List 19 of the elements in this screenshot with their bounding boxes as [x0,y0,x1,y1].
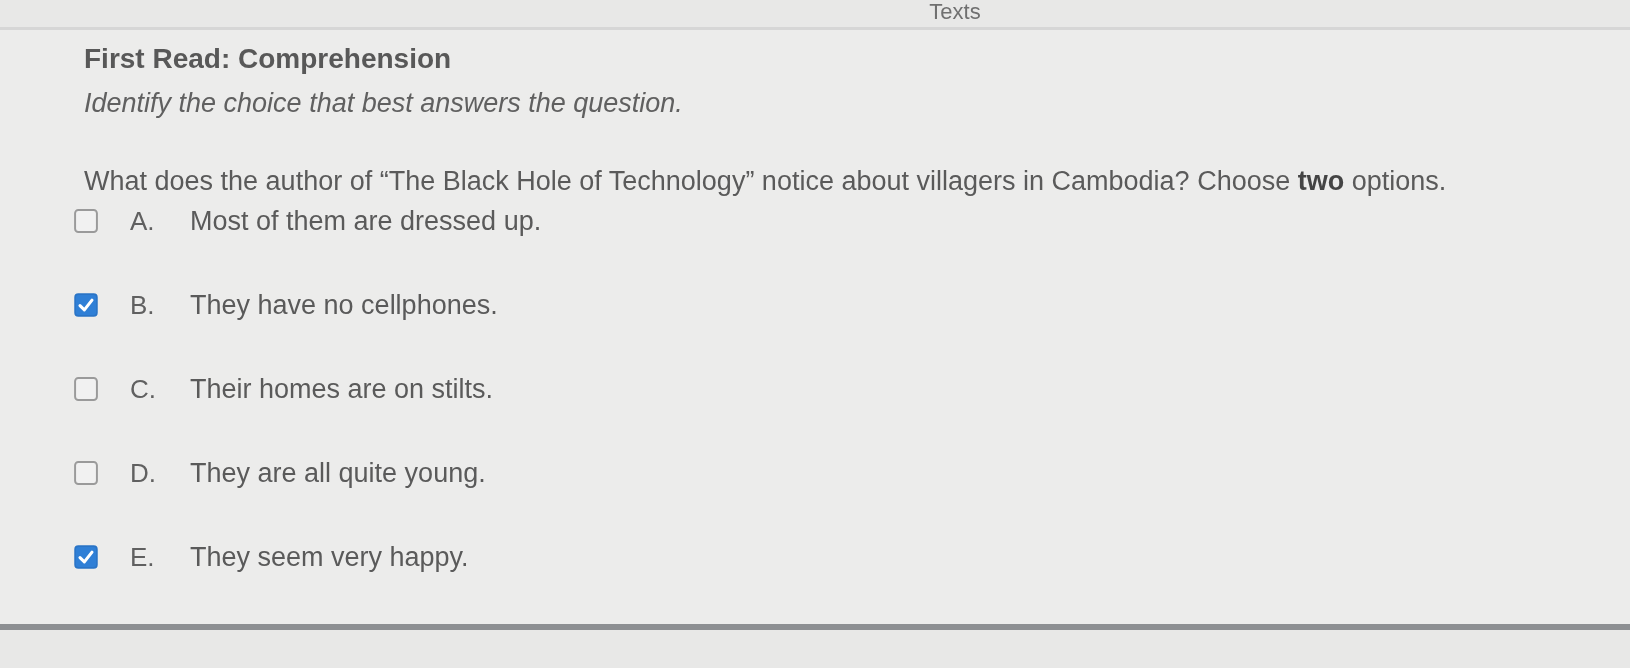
option-text: They are all quite young. [190,457,486,489]
option-text: They have no cellphones. [190,289,498,321]
option-letter: B. [130,289,156,321]
checkbox[interactable] [74,377,98,401]
option-letter: A. [130,205,156,237]
checkbox[interactable] [74,461,98,485]
option-letter: D. [130,457,157,489]
checkbox[interactable] [74,209,98,233]
option-letter: E. [130,541,156,573]
option-text: They seem very happy. [190,541,469,573]
option-letter: C. [130,373,157,405]
section-title: First Read: Comprehension [84,42,453,76]
option-text: Most of them are dressed up. [190,205,542,237]
header-title: Texts [929,0,981,24]
option-text: Their homes are on stilts. [190,373,494,405]
instruction-text: Identify the choice that best answers the question. [84,87,684,120]
checkbox[interactable] [74,293,98,317]
question-text: What does the author of “The Black Hole of Technology” notice about villagers in Cambodia? Choose two options. [84,165,1448,198]
checkbox[interactable] [74,545,98,569]
